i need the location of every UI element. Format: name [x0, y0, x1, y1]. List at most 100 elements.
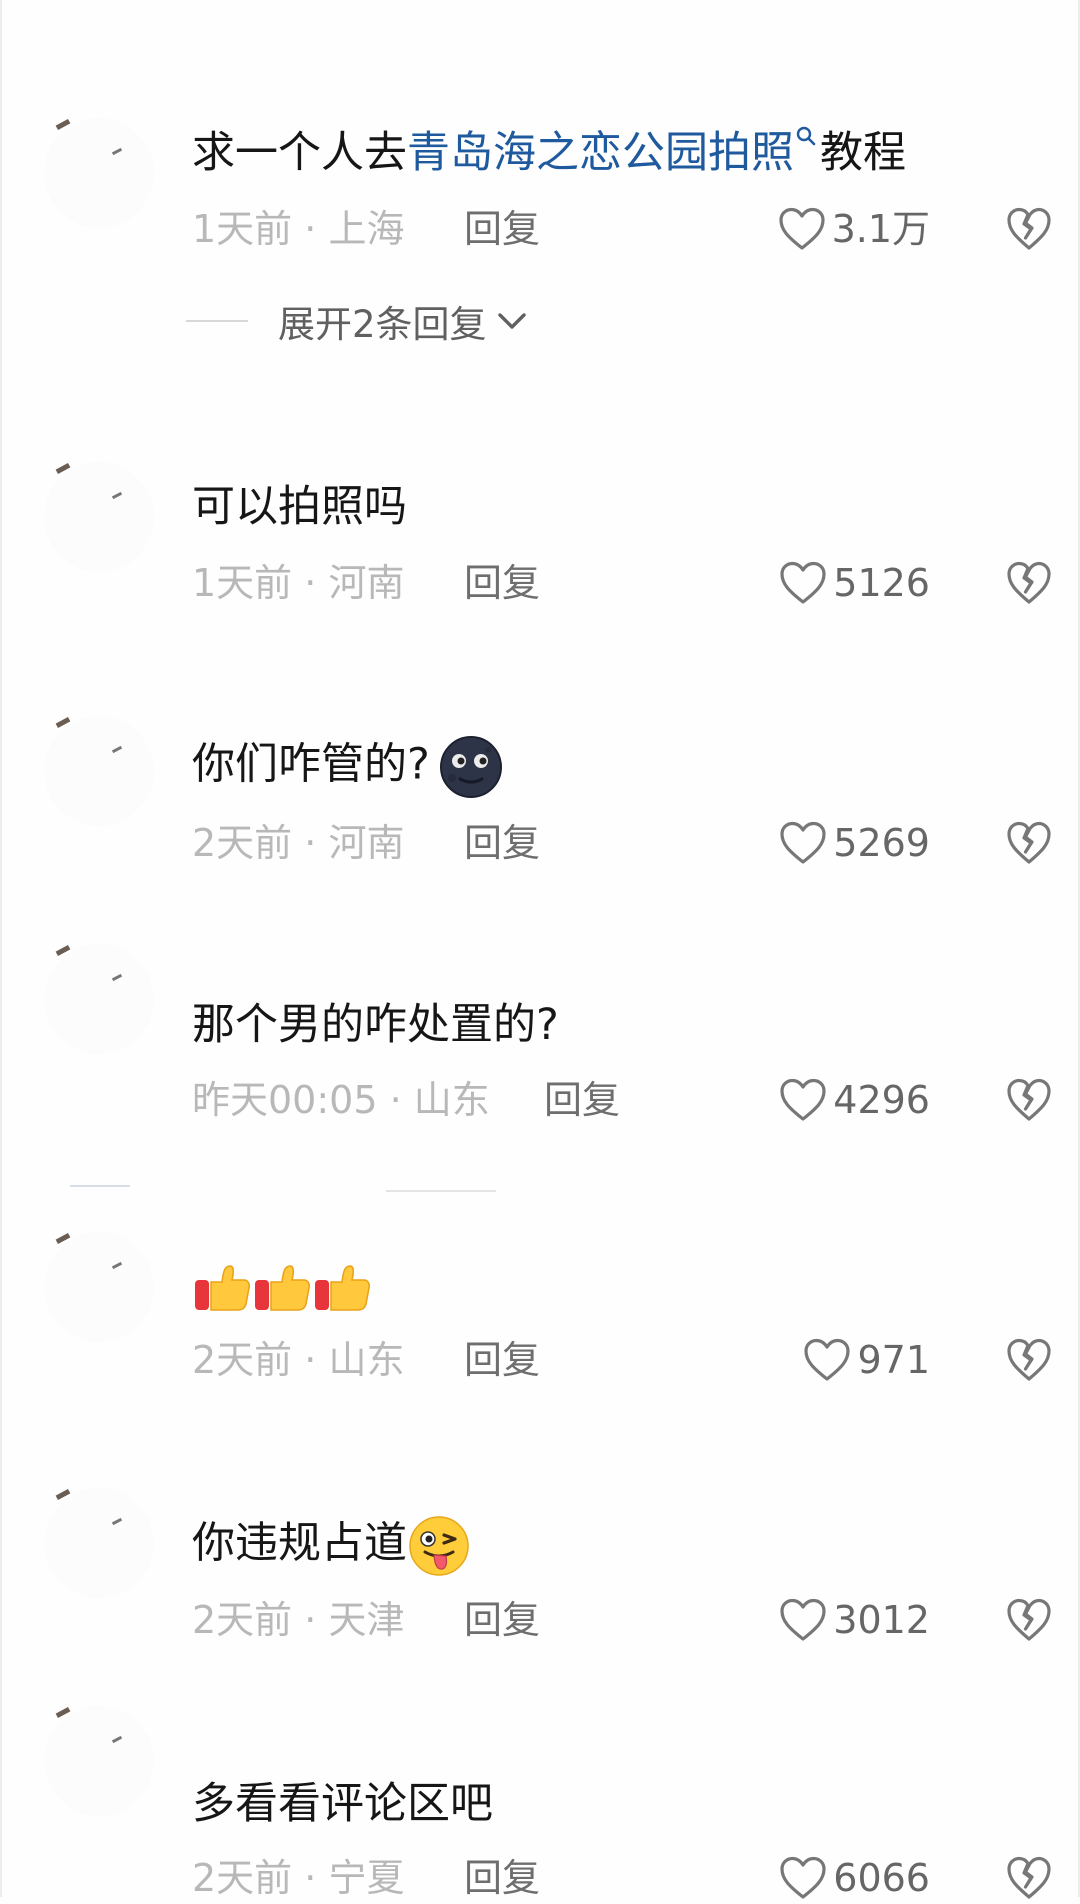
- comment-text: [192, 1256, 372, 1331]
- avatar[interactable]: [44, 1488, 154, 1598]
- comment-location: 山东: [413, 1078, 490, 1122]
- like-count: 6066: [833, 1856, 930, 1900]
- heart-icon: [778, 207, 825, 250]
- faint-header-artifact: [386, 1190, 496, 1192]
- meta-separator: ·: [292, 821, 329, 865]
- comment-meta-row: 2天前 · 山东 回复 971: [192, 1334, 1052, 1386]
- comment-meta: 2天前 · 河南: [192, 817, 404, 869]
- broken-heart-icon: [1007, 1078, 1051, 1121]
- comment-meta-row: 2天前 · 宁夏 回复 6066: [192, 1852, 1052, 1904]
- comment-text-part: 你违规占道: [192, 1518, 407, 1569]
- like-button[interactable]: 3012: [779, 1594, 930, 1646]
- meta-separator: ·: [292, 1338, 329, 1382]
- comment-meta: 昨天00:05 · 山东: [192, 1074, 490, 1126]
- expand-replies-button[interactable]: 展开2条回复: [186, 295, 527, 347]
- meta-separator: ·: [292, 561, 329, 605]
- like-button[interactable]: 5269: [779, 817, 930, 869]
- frame-left-edge: [0, 0, 2, 1897]
- comment-text-part: 你们咋管的?: [192, 739, 430, 790]
- winking-tongue-face-emoji: [409, 1516, 469, 1576]
- dislike-button[interactable]: [1006, 1334, 1052, 1386]
- reply-button[interactable]: 回复: [544, 1074, 620, 1126]
- comment-text-part: 教程: [820, 128, 906, 178]
- comment-text: 那个男的咋处置的?: [192, 1000, 559, 1050]
- comment-text: 你们咋管的?: [192, 734, 504, 800]
- reply-button[interactable]: 回复: [464, 557, 540, 609]
- comment-text-part: 求一个人去: [192, 128, 407, 178]
- reply-button[interactable]: 回复: [464, 203, 540, 255]
- comment-meta-row: 2天前 · 天津 回复 3012: [192, 1594, 1052, 1646]
- broken-heart-icon: [1007, 561, 1051, 604]
- comment-time: 1天前: [192, 561, 293, 605]
- reply-button[interactable]: 回复: [464, 817, 540, 869]
- dislike-button[interactable]: [1006, 1074, 1052, 1126]
- avatar[interactable]: [44, 118, 154, 228]
- broken-heart-icon: [1007, 1598, 1051, 1641]
- comment-time: 2天前: [192, 1598, 293, 1642]
- comment-text: 可以拍照吗: [192, 482, 407, 532]
- meta-separator: ·: [292, 1598, 329, 1642]
- broken-heart-icon: [1007, 1856, 1051, 1899]
- heart-icon: [780, 1078, 826, 1121]
- comment-time: 2天前: [192, 1338, 293, 1382]
- like-count: 3012: [833, 1598, 930, 1642]
- like-button[interactable]: 6066: [779, 1852, 930, 1904]
- meta-separator: ·: [292, 207, 329, 251]
- dislike-button[interactable]: [1006, 203, 1052, 255]
- comment-meta: 2天前 · 宁夏: [192, 1852, 404, 1904]
- dislike-button[interactable]: [1006, 557, 1052, 609]
- reply-button[interactable]: 回复: [464, 1594, 540, 1646]
- comment-meta-row: 1天前 · 上海 回复 3.1万: [192, 203, 1052, 255]
- comment-text: 多看看评论区吧: [192, 1779, 493, 1829]
- avatar[interactable]: [44, 462, 154, 572]
- like-button[interactable]: 3.1万: [778, 203, 930, 255]
- reply-button[interactable]: 回复: [464, 1852, 540, 1904]
- comment-meta: 2天前 · 山东: [192, 1334, 404, 1386]
- avatar[interactable]: [44, 944, 154, 1054]
- comment-location: 河南: [328, 561, 405, 605]
- heart-icon: [780, 561, 826, 604]
- comment-time: 2天前: [192, 821, 293, 865]
- expand-divider: [186, 320, 248, 322]
- like-button[interactable]: 4296: [779, 1074, 930, 1126]
- thumbs-up-icon: [195, 1265, 250, 1311]
- comment-meta: 1天前 · 上海: [192, 203, 404, 255]
- like-count: 5269: [833, 821, 930, 865]
- comment-meta-row: 2天前 · 河南 回复 5269: [192, 817, 1052, 869]
- meta-separator: ·: [377, 1078, 414, 1122]
- dislike-button[interactable]: [1006, 1852, 1052, 1904]
- broken-heart-icon: [1007, 207, 1051, 250]
- heart-icon: [780, 821, 826, 864]
- dislike-button[interactable]: [1006, 817, 1052, 869]
- avatar[interactable]: [44, 716, 154, 826]
- like-count: 4296: [833, 1078, 930, 1122]
- like-button[interactable]: 5126: [779, 557, 930, 609]
- comment-meta: 2天前 · 天津: [192, 1594, 404, 1646]
- heart-icon: [804, 1338, 851, 1381]
- search-link[interactable]: 青岛海之恋公园拍照: [407, 128, 794, 178]
- heart-icon: [780, 1598, 826, 1641]
- thumbs-up-emojis: [192, 1265, 372, 1327]
- reply-button[interactable]: 回复: [464, 1334, 540, 1386]
- comment-time: 昨天00:05: [192, 1078, 378, 1122]
- comment-location: 天津: [328, 1598, 405, 1642]
- like-count: 5126: [833, 561, 930, 605]
- heart-icon: [780, 1856, 826, 1899]
- comment-location: 河南: [328, 821, 405, 865]
- broken-heart-icon: [1007, 821, 1051, 864]
- chevron-down-icon: [497, 313, 526, 329]
- like-count: 971: [857, 1338, 930, 1382]
- broken-heart-icon: [1007, 1338, 1051, 1381]
- like-button[interactable]: 971: [803, 1334, 930, 1386]
- comment-meta-row: 1天前 · 河南 回复 5126: [192, 557, 1052, 609]
- dislike-button[interactable]: [1006, 1594, 1052, 1646]
- avatar[interactable]: [44, 1706, 154, 1816]
- comment-meta-row: 昨天00:05 · 山东 回复 4296: [192, 1074, 1052, 1126]
- search-icon[interactable]: [796, 126, 816, 148]
- comment-time: 2天前: [192, 1856, 293, 1900]
- avatar[interactable]: [44, 1232, 154, 1342]
- comment-time: 1天前: [192, 207, 293, 251]
- expand-replies-label: 展开2条回复: [278, 303, 487, 346]
- comment-location: 上海: [328, 207, 405, 251]
- thumbs-up-icon: [255, 1265, 310, 1311]
